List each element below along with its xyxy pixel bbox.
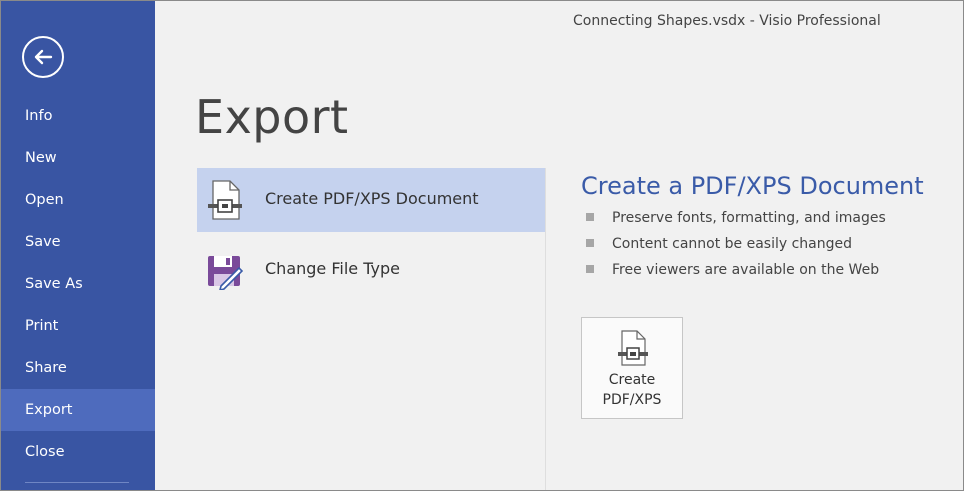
sidebar-item-open[interactable]: Open xyxy=(0,179,155,221)
pdf-document-icon xyxy=(618,330,648,366)
detail-bullet: Preserve fonts, formatting, and images xyxy=(586,208,886,234)
change-file-type-icon xyxy=(208,256,243,290)
create-pdf-xps-button-label: Create PDF/XPS xyxy=(582,370,682,410)
option-change-file-type-label: Change File Type xyxy=(265,259,400,278)
page-title: Export xyxy=(195,90,349,144)
back-button[interactable] xyxy=(22,36,64,78)
detail-bullet-list: Preserve fonts, formatting, and images C… xyxy=(586,208,886,286)
sidebar-item-new[interactable]: New xyxy=(0,137,155,179)
window-title: Connecting Shapes.vsdx - Visio Professio… xyxy=(573,13,881,29)
sidebar-item-save-as[interactable]: Save As xyxy=(0,263,155,305)
backstage-sidebar: Info New Open Save Save As Print Share E… xyxy=(0,0,155,491)
sidebar-item-close[interactable]: Close xyxy=(0,431,155,473)
sidebar-item-save[interactable]: Save xyxy=(0,221,155,263)
create-pdf-xps-button[interactable]: Create PDF/XPS xyxy=(581,317,683,419)
detail-bullet: Free viewers are available on the Web xyxy=(586,260,886,286)
option-create-pdf-xps-label: Create PDF/XPS Document xyxy=(265,189,479,208)
option-create-pdf-xps[interactable]: Create PDF/XPS Document xyxy=(197,168,545,232)
sidebar-divider xyxy=(25,482,129,483)
detail-bullet: Content cannot be easily changed xyxy=(586,234,886,260)
pdf-document-icon xyxy=(208,180,242,220)
sidebar-item-share[interactable]: Share xyxy=(0,347,155,389)
sidebar-item-export[interactable]: Export xyxy=(0,389,155,431)
export-options-list: Create PDF/XPS Document Change File Type xyxy=(197,168,545,302)
option-change-file-type[interactable]: Change File Type xyxy=(197,238,545,302)
sidebar-item-info[interactable]: Info xyxy=(0,95,155,137)
button-label-line: Create xyxy=(608,372,656,388)
detail-title: Create a PDF/XPS Document xyxy=(581,172,924,200)
back-arrow-icon xyxy=(34,49,53,65)
panel-divider xyxy=(545,168,546,491)
sidebar-item-print[interactable]: Print xyxy=(0,305,155,347)
button-label-line: PDF/XPS xyxy=(602,392,662,408)
